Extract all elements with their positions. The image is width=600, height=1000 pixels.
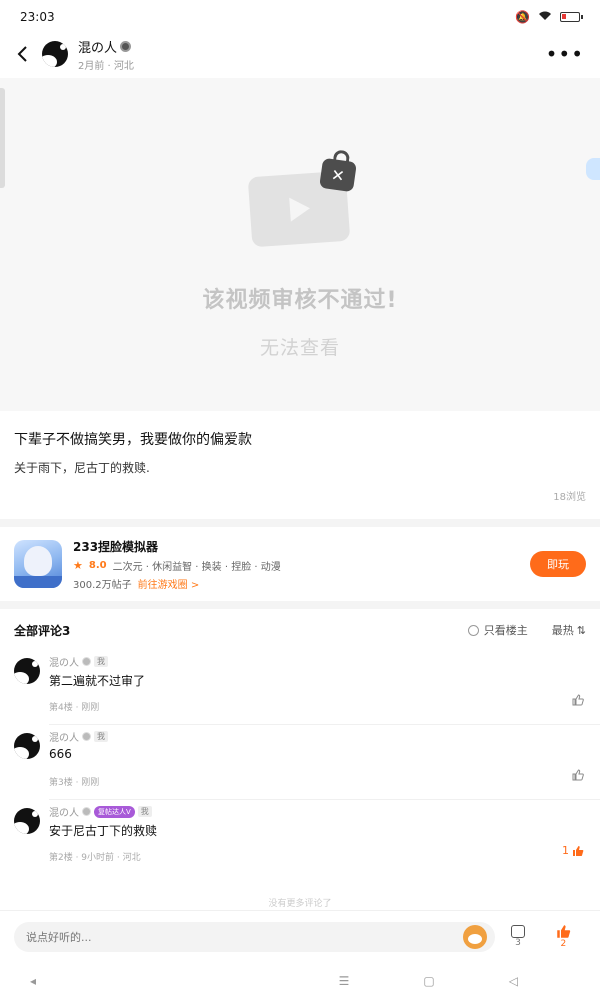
me-tag: 我 <box>94 731 108 742</box>
me-tag: 我 <box>137 806 152 817</box>
comment-avatar[interactable] <box>14 808 40 834</box>
comment-input-placeholder: 说点好听的... <box>26 930 92 944</box>
section-divider <box>0 601 600 609</box>
more-dots-icon: ••• <box>545 42 584 66</box>
system-nav-bar: ◂ ☰ ▢ ◁ <box>0 962 600 1000</box>
like-count: 2 <box>560 939 567 949</box>
comment-count-button[interactable]: 3 <box>495 925 540 948</box>
only-author-label: 只看楼主 <box>483 624 528 637</box>
status-bar: 23:03 🔕 <box>0 0 600 34</box>
post-header: 混の人 2月前 · 河北 ••• <box>0 34 600 74</box>
comment-item: 混の人 复帖达人V 我 安于尼古丁下的救赎 第2楼 · 9小时前 · 河北 1 <box>0 800 600 875</box>
review-failed-subtitle: 无法查看 <box>259 337 340 359</box>
sort-icon: ⇅ <box>576 623 586 637</box>
comments-title: 全部评论3 <box>14 623 71 638</box>
game-rating: 8.0 <box>88 559 107 571</box>
game-tags: 二次元 · 休闲益智 · 换装 · 捏脸 · 动漫 <box>112 561 281 573</box>
status-time: 23:03 <box>20 10 55 24</box>
play-now-button[interactable]: 即玩 <box>530 551 586 577</box>
video-player[interactable]: ✕ 该视频审核不通过! 无法查看 <box>0 78 600 411</box>
me-tag: 我 <box>94 656 108 667</box>
comment-input-bar: 说点好听的... 3 2 <box>0 910 600 962</box>
comment-like-button[interactable] <box>572 694 584 706</box>
game-info: 233捏脸模拟器 ★ 8.0 二次元 · 休闲益智 · 换装 · 捏脸 · 动漫… <box>73 538 281 591</box>
sort-label: 最热 <box>551 624 574 637</box>
side-drawer-handle[interactable] <box>0 88 5 188</box>
thumb-up-icon <box>557 925 570 938</box>
post-meta: 2月前 · 河北 <box>78 60 134 72</box>
game-name: 233捏脸模拟器 <box>73 539 159 554</box>
lock-icon: ✕ <box>319 157 357 193</box>
user-badge-icon <box>82 807 91 816</box>
game-icon[interactable] <box>14 540 62 588</box>
only-author-toggle[interactable]: 只看楼主 <box>467 622 528 638</box>
comment-author-row: 混の人 我 <box>49 729 108 744</box>
comment-text[interactable]: 666 <box>49 747 72 761</box>
game-circle-link[interactable]: 前往游戏圈 > <box>138 576 200 591</box>
comment-meta: 第4楼 · 刚刚 <box>49 703 100 713</box>
comments-header: 全部评论3 只看楼主 最热 ⇅ <box>0 612 600 648</box>
star-icon: ★ <box>73 558 83 572</box>
game-tags-row: ★ 8.0 二次元 · 休闲益智 · 换装 · 捏脸 · 动漫 <box>73 558 281 573</box>
comment-like-count: 1 <box>562 844 569 857</box>
game-stats-row: 300.2万帖子 前往游戏圈 > <box>73 576 281 591</box>
thumb-up-icon <box>573 845 584 856</box>
more-button[interactable]: ••• <box>546 42 588 66</box>
radio-icon <box>467 624 479 636</box>
wifi-icon <box>538 10 552 24</box>
comment-author[interactable]: 混の人 <box>49 729 79 744</box>
comment-item: 混の人 我 666 第3楼 · 刚刚 <box>0 725 600 800</box>
nav-home-icon[interactable]: ▢ <box>423 974 434 988</box>
comment-text[interactable]: 安于尼古丁下的救赎 <box>49 822 157 839</box>
comment-meta: 第3楼 · 刚刚 <box>49 778 100 788</box>
post-body: 下辈子不做搞笑男，我要做你的偏爱款 关于雨下，尼古丁的救赎. 18浏览 <box>0 411 600 519</box>
battery-icon <box>560 12 583 22</box>
nav-menu-icon[interactable]: ☰ <box>339 974 350 988</box>
user-badge-icon <box>82 657 91 666</box>
nav-buttons: ☰ ▢ ◁ <box>339 974 570 988</box>
floating-helper-icon[interactable] <box>586 158 600 180</box>
review-failed-title: 该视频审核不通过! <box>202 288 398 313</box>
user-badge-icon <box>120 40 132 52</box>
status-icons: 🔕 <box>515 10 583 24</box>
nav-back-icon[interactable]: ◁ <box>509 974 518 988</box>
comment-like-button[interactable]: 1 <box>562 844 584 857</box>
post-title: 下辈子不做搞笑男，我要做你的偏爱款 <box>14 432 252 448</box>
comment-avatar[interactable] <box>14 658 40 684</box>
comment-text[interactable]: 第二遍就不过审了 <box>49 672 145 689</box>
comment-input[interactable]: 说点好听的... <box>14 921 496 952</box>
level-badge: 复帖达人V <box>94 805 135 818</box>
comment-meta: 第2楼 · 9小时前 · 河北 <box>49 853 141 863</box>
no-more-comments: 没有更多评论了 <box>268 899 332 909</box>
thumb-up-icon <box>572 694 584 706</box>
user-badge-icon <box>82 732 91 741</box>
author-avatar[interactable] <box>42 41 68 67</box>
comment-author-row: 混の人 我 <box>49 654 108 669</box>
game-post-count: 300.2万帖子 <box>73 579 132 591</box>
game-card[interactable]: 233捏脸模拟器 ★ 8.0 二次元 · 休闲益智 · 换装 · 捏脸 · 动漫… <box>0 527 600 601</box>
comment-author-row: 混の人 复帖达人V 我 <box>49 804 152 819</box>
view-count: 18浏览 <box>553 492 586 503</box>
mascot-icon[interactable] <box>463 924 488 949</box>
author-info: 混の人 2月前 · 河北 <box>78 37 134 72</box>
nav-collapse-icon[interactable]: ◂ <box>30 974 36 988</box>
like-button[interactable]: 2 <box>541 924 586 949</box>
back-arrow-icon <box>17 46 27 62</box>
play-icon <box>289 196 311 222</box>
section-divider <box>0 519 600 527</box>
comment-item: 混の人 我 第二遍就不过审了 第4楼 · 刚刚 <box>0 650 600 725</box>
author-name-row[interactable]: 混の人 <box>78 37 134 56</box>
comment-author[interactable]: 混の人 <box>49 654 79 669</box>
author-name: 混の人 <box>78 40 118 56</box>
comment-avatar[interactable] <box>14 733 40 759</box>
mute-icon: 🔕 <box>515 10 530 24</box>
comment-count: 3 <box>515 938 521 948</box>
post-text: 关于雨下，尼古丁的救赎. <box>14 461 150 475</box>
sort-dropdown[interactable]: 最热 ⇅ <box>552 622 586 638</box>
comment-author[interactable]: 混の人 <box>49 804 79 819</box>
comment-like-button[interactable] <box>572 769 584 781</box>
comment-bubble-icon <box>510 925 525 938</box>
thumb-up-icon <box>572 769 584 781</box>
back-button[interactable] <box>12 39 32 69</box>
